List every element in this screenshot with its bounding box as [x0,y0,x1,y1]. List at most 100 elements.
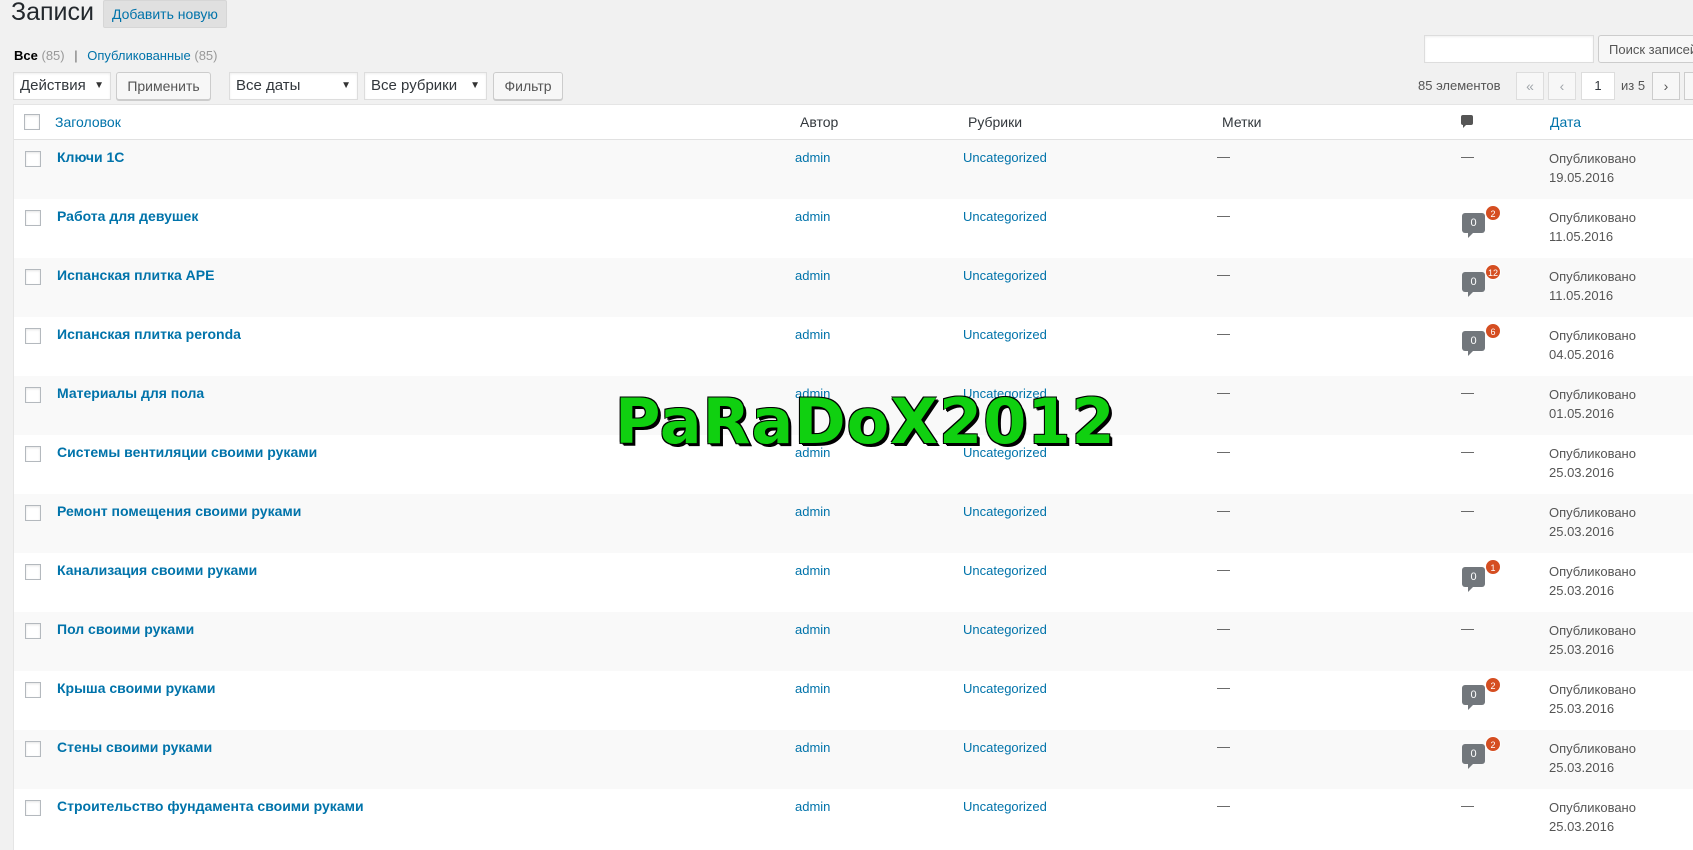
row-checkbox[interactable] [25,741,41,757]
row-checkbox[interactable] [25,623,41,639]
post-author-link[interactable]: admin [795,740,830,755]
next-page-button[interactable]: › [1652,72,1680,100]
date-filter-select[interactable]: Все даты ▼ [229,72,358,100]
comment-count-bubble[interactable]: 0 [1462,272,1485,297]
post-category-link[interactable]: Uncategorized [963,740,1047,755]
comment-count-bubble[interactable]: 0 [1462,213,1485,238]
row-checkbox[interactable] [25,387,41,403]
row-checkbox[interactable] [25,505,41,521]
posts-table: Заголовок Автор Рубрики Метки Дата Ключи… [13,104,1693,850]
post-author-link[interactable]: admin [795,799,830,814]
post-title-link[interactable]: Стены своими руками [57,739,212,755]
post-date-value: 25.03.2016 [1549,642,1615,657]
post-title-link[interactable]: Работа для девушек [57,208,198,224]
post-author-link[interactable]: admin [795,327,830,342]
select-all-checkbox[interactable] [24,114,40,130]
dropdown-arrow-icon: ▼ [94,80,104,91]
post-title-link[interactable]: Пол своими руками [57,621,194,637]
post-status: Опубликовано [1549,210,1636,225]
post-category-link[interactable]: Uncategorized [963,681,1047,696]
post-title-link[interactable]: Системы вентиляции своими руками [57,444,317,460]
post-tags: — [1217,562,1230,577]
post-category-link[interactable]: Uncategorized [963,268,1047,283]
apply-button[interactable]: Применить [116,72,211,100]
category-filter-select[interactable]: Все рубрики ▼ [364,72,487,100]
table-row: Канализация своими руками admin Uncategori… [14,553,1693,612]
row-checkbox[interactable] [25,800,41,816]
post-author-link[interactable]: admin [795,150,830,165]
post-author-link[interactable]: admin [795,563,830,578]
last-page-button[interactable] [1684,72,1693,100]
add-new-button[interactable]: Добавить новую [103,0,227,28]
row-checkbox[interactable] [25,682,41,698]
row-checkbox[interactable] [25,328,41,344]
post-date: Опубликовано 25.03.2016 [1549,562,1636,600]
post-title-link[interactable]: Крыша своими руками [57,680,216,696]
post-author-link[interactable]: admin [795,268,830,283]
post-title-link[interactable]: Ремонт помещения своими руками [57,503,301,519]
row-checkbox[interactable] [25,446,41,462]
post-status: Опубликовано [1549,800,1636,815]
pending-comments-badge[interactable]: 6 [1485,323,1501,339]
post-category-link[interactable]: Uncategorized [963,799,1047,814]
pending-comments-badge[interactable]: 1 [1485,559,1501,575]
post-author-link[interactable]: admin [795,681,830,696]
post-title-link[interactable]: Материалы для пола [57,385,204,401]
column-date-header[interactable]: Дата [1550,114,1581,130]
post-date: Опубликовано 25.03.2016 [1549,680,1636,718]
post-tags: — [1217,385,1230,400]
first-page-button[interactable]: « [1516,72,1544,100]
no-comments: — [1461,503,1474,518]
search-button[interactable]: Поиск записей [1598,35,1693,63]
category-filter-value: Все рубрики [371,77,458,94]
row-checkbox[interactable] [25,269,41,285]
post-date-value: 25.03.2016 [1549,465,1615,480]
pending-comments-badge[interactable]: 2 [1485,736,1501,752]
bulk-action-select[interactable]: Действия ▼ [13,72,111,100]
pending-comments-badge[interactable]: 2 [1485,205,1501,221]
post-category-link[interactable]: Uncategorized [963,327,1047,342]
post-title-link[interactable]: Строительство фундамента своими руками [57,798,364,814]
filter-button[interactable]: Фильтр [493,72,563,100]
comments-column-icon[interactable] [1461,115,1473,128]
page-title: Записи [11,0,94,26]
pending-comments-badge[interactable]: 12 [1485,264,1502,280]
bulk-action-value: Действия [20,77,86,94]
search-input[interactable] [1424,35,1594,63]
row-checkbox[interactable] [25,151,41,167]
comment-count-bubble[interactable]: 0 [1462,331,1485,356]
post-author-link[interactable]: admin [795,209,830,224]
view-separator: | [74,48,78,63]
table-row: Испанская плитка APE admin Uncategorized — 0… [14,258,1693,317]
table-row: Ремонт помещения своими руками admin Uncat… [14,494,1693,553]
post-status: Опубликовано [1549,446,1636,461]
table-row: Ключи 1С admin Uncategorized — — Опубликовано… [14,140,1693,199]
post-category-link[interactable]: Uncategorized [963,150,1047,165]
view-published-link[interactable]: Опубликованные [87,48,191,63]
post-category-link[interactable]: Uncategorized [963,622,1047,637]
view-all-link[interactable]: Все [14,48,38,63]
post-author-link[interactable]: admin [795,504,830,519]
view-published-count: (85) [194,48,218,63]
post-date-value: 04.05.2016 [1549,347,1615,362]
post-title-link[interactable]: Канализация своими руками [57,562,257,578]
comment-count-bubble[interactable]: 0 [1462,567,1485,592]
comment-count-bubble[interactable]: 0 [1462,685,1485,710]
row-checkbox[interactable] [25,564,41,580]
post-date-value: 25.03.2016 [1549,819,1615,834]
column-title-header[interactable]: Заголовок [55,114,121,130]
post-title-link[interactable]: Ключи 1С [57,149,124,165]
no-comments: — [1461,444,1474,459]
post-title-link[interactable]: Испанская плитка peronda [57,326,241,342]
current-page-input[interactable]: 1 [1581,72,1615,100]
row-checkbox[interactable] [25,210,41,226]
post-author-link[interactable]: admin [795,622,830,637]
post-title-link[interactable]: Испанская плитка APE [57,267,214,283]
post-category-link[interactable]: Uncategorized [963,209,1047,224]
comment-count-bubble[interactable]: 0 [1462,744,1485,769]
post-category-link[interactable]: Uncategorized [963,504,1047,519]
post-category-link[interactable]: Uncategorized [963,563,1047,578]
prev-page-button[interactable]: ‹ [1548,72,1576,100]
no-comments: — [1461,149,1474,164]
pending-comments-badge[interactable]: 2 [1485,677,1501,693]
